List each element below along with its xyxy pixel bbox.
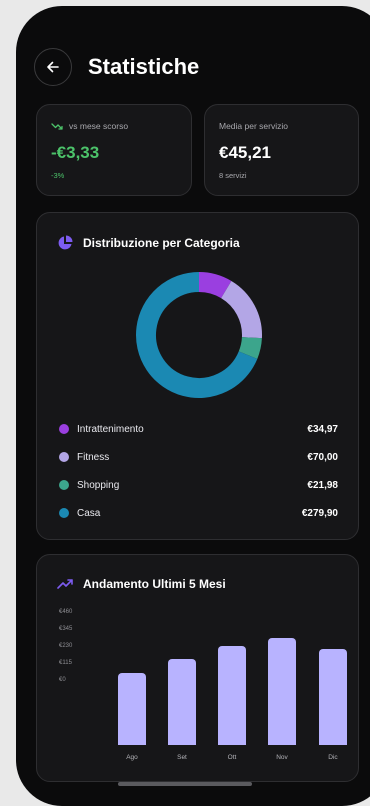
- category-donut-chart: [136, 272, 262, 398]
- bar-dic[interactable]: [319, 649, 347, 745]
- legend-color-dot: [59, 480, 69, 490]
- donut-slice-shopping: [238, 336, 262, 359]
- stat-value: -€3,33: [51, 143, 100, 162]
- trending-down-icon: [51, 122, 63, 130]
- x-tick-label: Set: [177, 754, 187, 761]
- legend-item-intrattenimento: Intrattenimento €34,97: [59, 421, 338, 437]
- header: Statistiche: [34, 46, 199, 88]
- legend-label: Intrattenimento: [77, 423, 144, 435]
- stat-label: Media per servizio: [219, 121, 288, 131]
- legend-value: €21,98: [307, 479, 338, 491]
- stat-card-average: Media per servizio €45,21 8 servizi: [204, 104, 359, 196]
- x-tick-label: Nov: [276, 754, 288, 761]
- legend-label: Fitness: [77, 451, 110, 463]
- stat-card-monthly-diff: vs mese scorso -€3,33 -3%: [36, 104, 192, 196]
- bar-ott[interactable]: [218, 646, 246, 745]
- back-button[interactable]: [34, 48, 72, 86]
- home-indicator[interactable]: [118, 782, 252, 786]
- category-distribution-card: Distribuzione per Categoria Intrattenime…: [36, 212, 359, 540]
- card-title: Distribuzione per Categoria: [83, 236, 240, 250]
- legend-color-dot: [59, 424, 69, 434]
- stat-value: €45,21: [219, 143, 271, 162]
- legend-color-dot: [59, 508, 69, 518]
- legend-value: €279,90: [301, 507, 338, 519]
- x-tick-label: Ago: [126, 754, 138, 761]
- monthly-bar-chart: [37, 555, 360, 783]
- bar-ago[interactable]: [118, 672, 146, 745]
- x-tick-label: Ott: [227, 754, 237, 761]
- stat-sub: -3%: [51, 171, 65, 180]
- x-tick-label: Dic: [328, 754, 338, 761]
- donut-slice-intrattenimento: [198, 272, 232, 299]
- monthly-trend-card: Andamento Ultimi 5 Mesi €460 €345 €230 €…: [36, 554, 359, 782]
- legend-color-dot: [59, 452, 69, 462]
- bar-nov[interactable]: [268, 637, 296, 745]
- bar-set[interactable]: [168, 658, 196, 745]
- phone-screen: Statistiche vs mese scorso -€3,33 -3% Me…: [16, 6, 370, 806]
- legend-value: €34,97: [307, 423, 338, 435]
- legend-value: €70,00: [307, 451, 338, 463]
- stat-label: vs mese scorso: [69, 121, 129, 131]
- donut-slice-fitness: [220, 280, 262, 339]
- legend-label: Casa: [77, 507, 101, 519]
- legend-item-shopping: Shopping €21,98: [59, 477, 338, 493]
- page-title: Statistiche: [88, 54, 200, 79]
- legend-label: Shopping: [77, 479, 120, 491]
- arrow-left-icon: [47, 61, 59, 73]
- stat-sub: 8 servizi: [219, 171, 247, 180]
- pie-chart-icon: [58, 235, 73, 250]
- legend-item-fitness: Fitness €70,00: [59, 449, 338, 465]
- legend-item-casa: Casa €279,90: [59, 505, 338, 521]
